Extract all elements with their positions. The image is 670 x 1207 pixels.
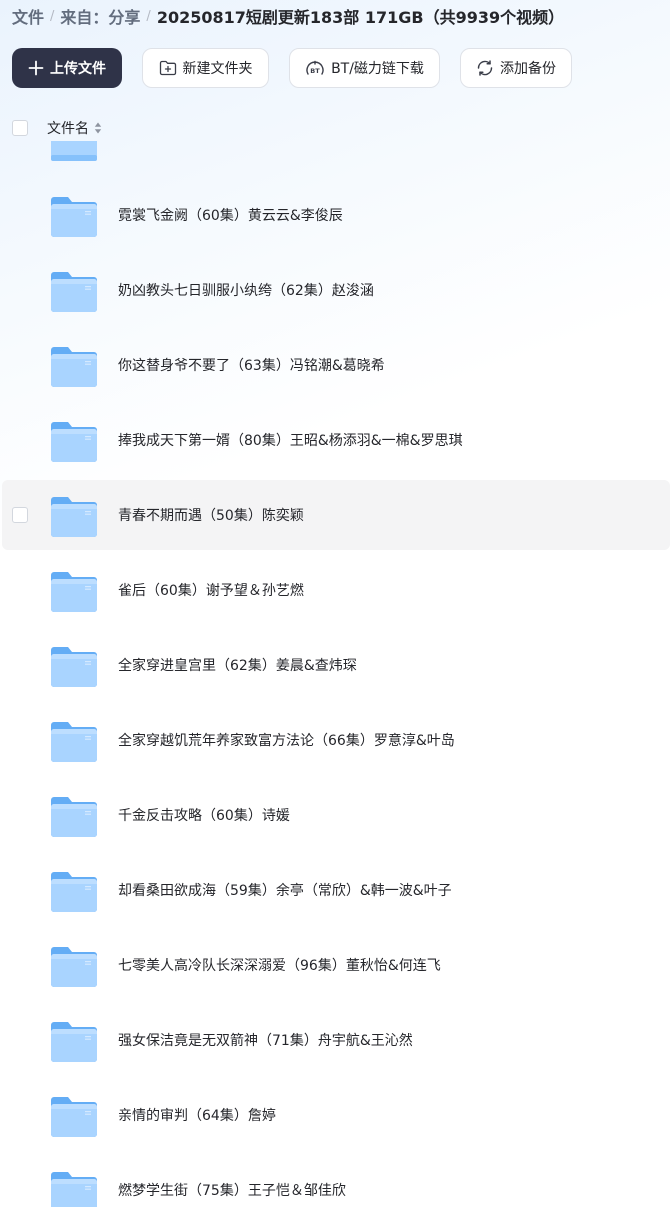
upload-file-label: 上传文件 — [50, 61, 106, 77]
bt-magnet-download-label: BT/磁力链下载 — [331, 61, 424, 77]
file-list-header: 文件名 — [12, 118, 102, 138]
toolbar: 上传文件 新建文件夹 BT BT/磁力链下载 添加备份 — [12, 48, 572, 88]
folder-name: 亲情的审判（64集）詹婷 — [118, 1108, 276, 1124]
column-header-filename[interactable]: 文件名 — [47, 118, 89, 138]
add-backup-button[interactable]: 添加备份 — [460, 48, 572, 88]
folder-row[interactable]: 霓裳飞金阙（60集）黄云云&李俊辰 — [2, 180, 670, 250]
plus-icon — [28, 60, 44, 76]
folder-name: 捧我成天下第一婿（80集）王昭&杨添羽&一棉&罗思琪 — [118, 433, 463, 449]
folder-row[interactable]: 强女保洁竟是无双箭神（71集）舟宇航&王沁然 — [2, 1005, 670, 1075]
folder-row[interactable]: 全家穿进皇宫里（62集）姜晨&查炜琛 — [2, 630, 670, 700]
folder-row[interactable]: 奶凶教头七日驯服小纨绔（62集）赵浚涵 — [2, 255, 670, 325]
folder-name: 青春不期而遇（50集）陈奕颖 — [118, 508, 304, 524]
breadcrumb-separator: / — [50, 8, 55, 24]
folder-icon — [51, 272, 97, 312]
folder-icon — [51, 197, 97, 237]
folder-icon — [51, 497, 97, 537]
folder-row[interactable]: 捧我成天下第一婿（80集）王昭&杨添羽&一棉&罗思琪 — [2, 405, 670, 475]
folder-row[interactable]: 七零美人高冷队长深深溺爱（96集）董秋怡&何连飞 — [2, 930, 670, 1000]
folder-icon — [51, 141, 97, 165]
folder-plus-icon — [159, 60, 176, 76]
folder-icon — [51, 797, 97, 837]
folder-row[interactable]: 全家穿越饥荒年养家致富方法论（66集）罗意淳&叶岛 — [2, 705, 670, 775]
folder-name: 全家穿越饥荒年养家致富方法论（66集）罗意淳&叶岛 — [118, 733, 455, 749]
add-backup-label: 添加备份 — [500, 61, 556, 77]
folder-icon — [51, 722, 97, 762]
sync-circle-icon — [477, 60, 493, 76]
upload-file-button[interactable]: 上传文件 — [12, 48, 122, 88]
folder-row[interactable]: 亲情的审判（64集）詹婷 — [2, 1080, 670, 1150]
sort-icon[interactable] — [94, 121, 102, 135]
folder-name: 雀后（60集）谢予望＆孙艺燃 — [118, 583, 304, 599]
breadcrumb-item-files[interactable]: 文件 — [12, 4, 44, 28]
folder-row[interactable]: 却看桑田欲成海（59集）余亭（常欣）&韩一波&叶子 — [2, 855, 670, 925]
bt-magnet-download-button[interactable]: BT BT/磁力链下载 — [289, 48, 440, 88]
file-list: 霓裳飞金阙（60集）黄云云&李俊辰 奶凶教头七日驯服小纨绔（62集）赵浚涵 你这… — [0, 141, 670, 1207]
breadcrumb: 文件 / 来自：分享 / 20250817短剧更新183部 171GB（共993… — [12, 5, 564, 27]
folder-icon — [51, 1172, 97, 1207]
breadcrumb-separator: / — [146, 8, 151, 24]
folder-name: 强女保洁竟是无双箭神（71集）舟宇航&王沁然 — [118, 1033, 413, 1049]
folder-icon — [51, 572, 97, 612]
new-folder-label: 新建文件夹 — [182, 61, 253, 77]
folder-name: 燃梦学生街（75集）王子恺＆邹佳欣 — [118, 1183, 346, 1199]
folder-name: 奶凶教头七日驯服小纨绔（62集）赵浚涵 — [118, 283, 374, 299]
folder-icon — [51, 347, 97, 387]
folder-name: 霓裳飞金阙（60集）黄云云&李俊辰 — [118, 208, 343, 224]
row-checkbox[interactable] — [12, 507, 28, 523]
folder-name: 千金反击攻略（60集）诗媛 — [118, 808, 290, 824]
folder-name: 全家穿进皇宫里（62集）姜晨&查炜琛 — [118, 658, 357, 674]
folder-icon — [51, 872, 97, 912]
folder-name: 七零美人高冷队长深深溺爱（96集）董秋怡&何连飞 — [118, 958, 441, 974]
new-folder-button[interactable]: 新建文件夹 — [142, 48, 269, 88]
folder-icon — [51, 647, 97, 687]
folder-row[interactable]: 你这替身爷不要了（63集）冯铭潮&葛晓希 — [2, 330, 670, 400]
folder-row[interactable]: 雀后（60集）谢予望＆孙艺燃 — [2, 555, 670, 625]
folder-name: 你这替身爷不要了（63集）冯铭潮&葛晓希 — [118, 358, 385, 374]
folder-icon — [51, 1097, 97, 1137]
folder-icon — [51, 1022, 97, 1062]
folder-icon — [51, 947, 97, 987]
svg-text:BT: BT — [310, 67, 320, 75]
folder-row[interactable]: 青春不期而遇（50集）陈奕颖 — [2, 480, 670, 550]
breadcrumb-item-shared[interactable]: 来自：分享 — [60, 4, 140, 28]
folder-row[interactable]: 燃梦学生街（75集）王子恺＆邹佳欣 — [2, 1155, 670, 1207]
breadcrumb-current-folder: 20250817短剧更新183部 171GB（共9939个视频） — [156, 8, 565, 27]
bt-icon: BT — [306, 60, 324, 75]
folder-name: 却看桑田欲成海（59集）余亭（常欣）&韩一波&叶子 — [118, 883, 452, 899]
folder-icon — [51, 422, 97, 462]
folder-row[interactable]: 千金反击攻略（60集）诗媛 — [2, 780, 670, 850]
select-all-checkbox[interactable] — [12, 120, 28, 136]
